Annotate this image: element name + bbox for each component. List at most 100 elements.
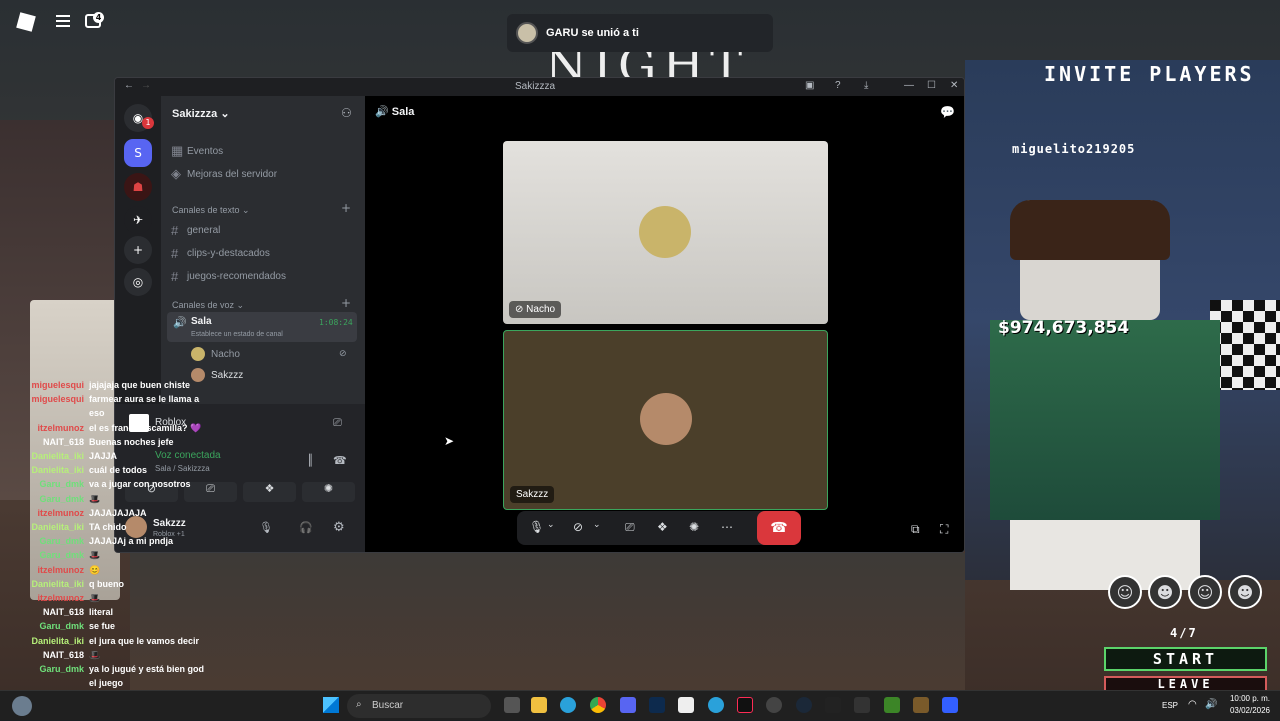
chat-username[interactable]: miguelesqui [31,380,84,390]
chevron-down-icon[interactable]: ⌄ [547,520,555,530]
channel-clips[interactable]: # clips-y-destacados [171,246,270,261]
search-input[interactable]: Buscar [347,694,491,718]
chat-username[interactable]: Danielita_iki [31,451,84,461]
app-icon[interactable] [854,697,870,713]
video-tile-sakzzz[interactable]: Sakzzz [503,330,828,510]
explore-icon[interactable]: ◎ [124,268,152,296]
chat-username[interactable]: Danielita_iki [31,465,84,475]
stream-game-icon[interactable]: ⎚ [333,416,342,430]
add-text-channel-icon[interactable]: + [341,201,351,215]
activities-icon[interactable]: ❖ [657,520,668,534]
weather-icon[interactable] [12,696,32,716]
telegram-icon[interactable] [560,697,576,713]
steam-icon[interactable] [796,697,812,713]
chat-username[interactable]: itzelmunoz [38,565,85,575]
start-button[interactable]: START [1104,647,1267,671]
chat-username[interactable]: NAIT_618 [43,437,84,447]
start-menu-icon[interactable] [323,697,339,713]
chat-username[interactable]: Garu_dmk [39,621,84,631]
close-icon[interactable]: ✕ [950,80,958,91]
forward-arrow-icon[interactable]: → [141,80,151,91]
soundboard-wave-icon[interactable]: ║ [307,454,314,467]
chat-username[interactable]: Garu_dmk [39,550,84,560]
chat-username[interactable]: Danielita_iki [31,522,84,532]
chat-username[interactable]: Danielita_iki [31,579,84,589]
add-server-icon[interactable]: + [124,236,152,264]
volume-icon[interactable]: 🔊 [1205,699,1217,710]
chat-username[interactable]: itzelmunoz [38,593,85,603]
leave-button[interactable]: LEAVE [1104,676,1267,690]
chat-username[interactable]: Garu_dmk [39,664,84,674]
channel-juegos[interactable]: # juegos-recomendados [171,269,286,284]
video-tile-nacho[interactable]: ⊘ Nacho [503,141,828,324]
chat-username[interactable]: Danielita_iki [31,636,84,646]
chat-username[interactable]: NAIT_618 [43,607,84,617]
headphones-icon[interactable]: 🎧 [299,521,313,534]
roblox-icon[interactable] [942,697,958,713]
minecraft-icon[interactable] [884,697,900,713]
chat-username[interactable]: Garu_dmk [39,479,84,489]
mic-icon[interactable]: 🎙 [259,521,273,534]
soundboard-icon[interactable]: ✺ [689,520,699,534]
minimize-icon[interactable]: — [904,80,914,91]
server-name[interactable]: Sakizzza ⌄ [172,107,230,120]
popout-icon[interactable]: ⧉ [911,522,920,537]
chat-username[interactable]: miguelesqui [31,394,84,404]
channel-general[interactable]: # general [171,223,220,238]
chat-username[interactable]: itzelmunoz [38,508,85,518]
gear-icon[interactable]: ⚙ [333,520,345,535]
menu-icon[interactable] [56,15,70,27]
fullscreen-icon[interactable]: ⛶ [940,522,948,537]
party-avatar[interactable]: ☺ [1108,575,1142,609]
system-clock[interactable]: 10:00 p. m. 03/02/2026 [1222,693,1270,717]
party-avatar[interactable]: ☻ [1228,575,1262,609]
channel-status[interactable]: Establece un estado de canal [191,331,283,338]
party-avatar[interactable]: ☺ [1188,575,1222,609]
soundboard-icon[interactable]: ✺ [302,482,355,502]
minecraft-launcher-icon[interactable] [913,697,929,713]
text-channels-category[interactable]: Canales de texto ⌄ [172,205,250,216]
party-avatar[interactable]: ☻ [1148,575,1182,609]
disconnect-icon[interactable]: ☎ [333,454,347,467]
add-voice-channel-icon[interactable]: + [341,296,351,310]
wifi-icon[interactable]: ◠ [1188,699,1197,710]
server-icon-fnaf[interactable]: ☗ [124,173,152,201]
voice-channel-sala[interactable]: 🔊 Sala 1:08:24 Establece un estado de ca… [167,312,357,342]
obs-icon[interactable] [766,697,782,713]
activities-icon[interactable]: ❖ [243,482,296,502]
voice-channels-category[interactable]: Canales de voz ⌄ [172,300,244,311]
server-icon-wing[interactable]: ✈ [124,206,152,234]
capcut-icon[interactable] [678,697,694,713]
camera-off-icon[interactable]: ⊘ [573,520,583,534]
messenger-icon[interactable] [708,697,724,713]
epic-games-icon[interactable] [825,697,841,713]
language-indicator[interactable]: ESP [1162,701,1178,710]
download-icon[interactable]: ⤓ [864,80,868,91]
chat-username[interactable]: NAIT_618 [43,650,84,660]
invite-people-icon[interactable]: ⚇ [341,106,352,120]
chrome-icon[interactable] [590,697,606,713]
file-explorer-icon[interactable] [531,697,547,713]
discord-icon[interactable] [620,697,636,713]
inbox-icon[interactable]: ▣ [805,80,814,91]
sidebar-item-boosts[interactable]: ◈ Mejoras del servidor [171,166,277,182]
sidebar-item-events[interactable]: ▦ Eventos [171,143,223,159]
chat-username[interactable]: Garu_dmk [39,494,84,504]
task-view-icon[interactable] [504,697,520,713]
maximize-icon[interactable]: ☐ [927,80,936,91]
chat-bubble-icon[interactable]: 💬 [940,105,955,119]
chat-username[interactable]: Garu_dmk [39,536,84,546]
hang-up-button[interactable]: ☎ [757,511,801,545]
mic-icon[interactable]: 🎙 [529,520,544,534]
back-arrow-icon[interactable]: ← [124,80,134,91]
calendar-icon: ▦ [171,143,184,158]
more-icon[interactable]: ⋯ [721,520,733,534]
photoshop-icon[interactable] [649,697,665,713]
tiktok-icon[interactable] [737,697,753,713]
help-icon[interactable]: ? [835,80,841,91]
chat-username[interactable]: itzelmunoz [38,423,85,433]
server-icon-sakizzza[interactable]: S [124,139,152,167]
screen-share-icon[interactable]: ⎚ [625,520,635,535]
chevron-down-icon[interactable]: ⌄ [593,520,601,530]
voice-member[interactable]: Nacho [191,347,240,361]
